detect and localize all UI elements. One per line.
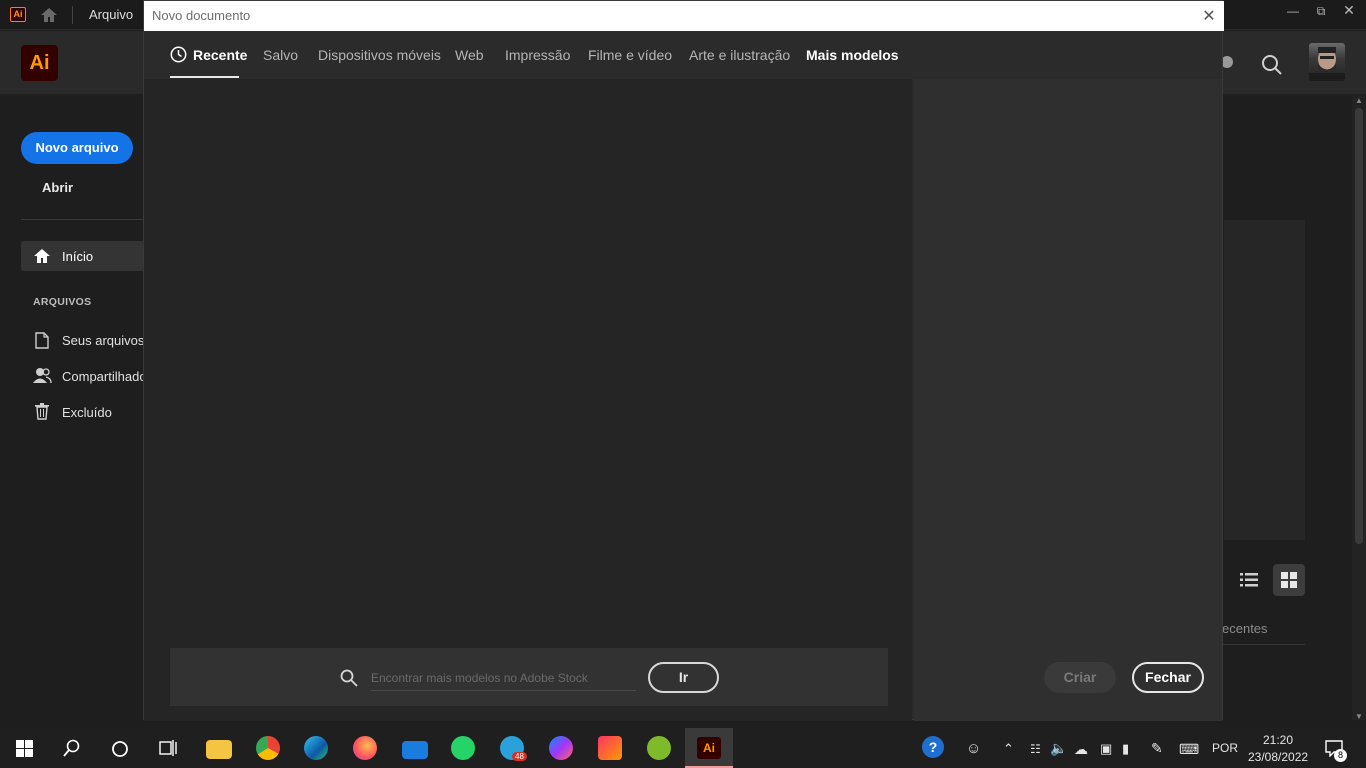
language-indicator[interactable]: POR bbox=[1212, 741, 1238, 755]
keyboard-icon[interactable]: ⌨ bbox=[1179, 741, 1199, 758]
restore-icon[interactable]: ⧉ bbox=[1311, 4, 1331, 19]
telegram-badge: 48 bbox=[512, 752, 527, 761]
search-icon bbox=[340, 669, 358, 687]
background-recent-label: ecentes bbox=[1222, 621, 1268, 636]
preset-details-pane bbox=[914, 79, 1222, 721]
sidebar-item-shared[interactable]: Compartilhado bbox=[62, 369, 143, 384]
messenger-icon[interactable] bbox=[549, 736, 573, 760]
trash-icon bbox=[35, 403, 49, 420]
whatsapp-icon[interactable] bbox=[451, 736, 475, 760]
stock-search-input[interactable] bbox=[371, 665, 636, 691]
battery-icon[interactable]: ▮ bbox=[1122, 741, 1129, 757]
menu-file[interactable]: Arquivo bbox=[89, 7, 133, 22]
firefox-icon[interactable] bbox=[353, 736, 377, 760]
chevron-up-icon[interactable]: ⌃ bbox=[1003, 741, 1014, 757]
files-section-title: ARQUIVOS bbox=[33, 296, 92, 308]
shared-users-icon bbox=[33, 368, 52, 384]
search-go-button[interactable]: Ir bbox=[648, 662, 719, 693]
illustrator-small-icon: Ai bbox=[10, 7, 26, 22]
avatar[interactable] bbox=[1309, 43, 1345, 81]
list-view-icon[interactable] bbox=[1240, 572, 1258, 588]
creative-cloud-icon[interactable] bbox=[598, 736, 622, 760]
dialog-close-icon[interactable]: ✕ bbox=[1200, 6, 1218, 26]
dialog-title: Novo documento bbox=[152, 8, 251, 23]
sidebar-item-deleted[interactable]: Excluído bbox=[62, 405, 112, 420]
tab-film-video[interactable]: Filme e vídeo bbox=[588, 47, 672, 63]
tab-saved[interactable]: Salvo bbox=[263, 47, 298, 63]
people-icon[interactable]: ☺ bbox=[966, 740, 981, 757]
scroll-up-icon[interactable]: ▲ bbox=[1352, 96, 1366, 106]
clock-time[interactable]: 21:20 bbox=[1262, 733, 1294, 747]
create-button[interactable]: Criar bbox=[1044, 662, 1116, 693]
close-window-icon[interactable]: ✕ bbox=[1339, 2, 1359, 19]
clock-date[interactable]: 23/08/2022 bbox=[1248, 750, 1308, 764]
tab-more-templates[interactable]: Mais modelos bbox=[806, 47, 899, 63]
grid-view-button[interactable] bbox=[1273, 564, 1305, 596]
dialog-title-bar bbox=[144, 1, 1224, 31]
background-divider bbox=[1222, 644, 1305, 645]
mail-icon[interactable] bbox=[402, 741, 428, 759]
sidebar-item-your-files[interactable]: Seus arquivos bbox=[62, 333, 144, 348]
background-card bbox=[1224, 220, 1305, 540]
search-icon[interactable] bbox=[63, 739, 81, 757]
edge-icon[interactable] bbox=[304, 736, 328, 760]
windows-start-icon[interactable] bbox=[16, 740, 33, 757]
volume-icon[interactable]: 🔈 bbox=[1050, 740, 1067, 757]
user-photo bbox=[1309, 47, 1345, 81]
new-file-button[interactable]: Novo arquivo bbox=[21, 132, 133, 164]
app-installer-icon[interactable] bbox=[647, 736, 671, 760]
task-view-icon[interactable] bbox=[159, 739, 177, 757]
search-icon[interactable] bbox=[1261, 54, 1283, 76]
templates-area bbox=[144, 79, 912, 721]
cortana-icon[interactable] bbox=[111, 740, 129, 758]
tab-web[interactable]: Web bbox=[455, 47, 484, 63]
tab-recent[interactable]: Recente bbox=[193, 47, 247, 63]
file-icon bbox=[35, 332, 49, 349]
help-icon[interactable]: ? bbox=[922, 736, 944, 758]
tab-print[interactable]: Impressão bbox=[505, 47, 570, 63]
sidebar-divider bbox=[21, 219, 143, 220]
clock-icon bbox=[170, 46, 187, 63]
illustrator-icon: Ai bbox=[697, 737, 721, 759]
tab-mobile[interactable]: Dispositivos móveis bbox=[318, 47, 441, 63]
home-icon[interactable] bbox=[40, 7, 58, 23]
pen-icon[interactable]: ✎ bbox=[1151, 740, 1163, 757]
meet-now-icon[interactable]: ▣ bbox=[1100, 741, 1112, 757]
notification-count: 8 bbox=[1334, 749, 1347, 762]
title-divider bbox=[72, 6, 73, 24]
illustrator-logo: Ai bbox=[21, 45, 58, 81]
open-button[interactable]: Abrir bbox=[42, 180, 73, 195]
scrollbar-thumb[interactable] bbox=[1355, 108, 1363, 544]
home-icon bbox=[34, 249, 50, 263]
sidebar-item-label: Início bbox=[62, 249, 94, 264]
chrome-icon[interactable] bbox=[256, 736, 280, 760]
close-button[interactable]: Fechar bbox=[1132, 662, 1204, 693]
wifi-icon[interactable]: ☷ bbox=[1030, 742, 1041, 756]
onedrive-icon[interactable]: ☁ bbox=[1074, 741, 1088, 758]
tab-art-illustration[interactable]: Arte e ilustração bbox=[689, 47, 790, 63]
grid-view-icon bbox=[1281, 572, 1297, 588]
scroll-down-icon[interactable]: ▼ bbox=[1352, 712, 1366, 722]
file-explorer-icon[interactable] bbox=[206, 740, 232, 759]
minimize-icon[interactable]: — bbox=[1283, 4, 1303, 18]
active-tab-indicator bbox=[170, 76, 239, 78]
new-document-dialog: Novo documento ✕ Recente Salvo Dispositi… bbox=[143, 0, 1224, 721]
